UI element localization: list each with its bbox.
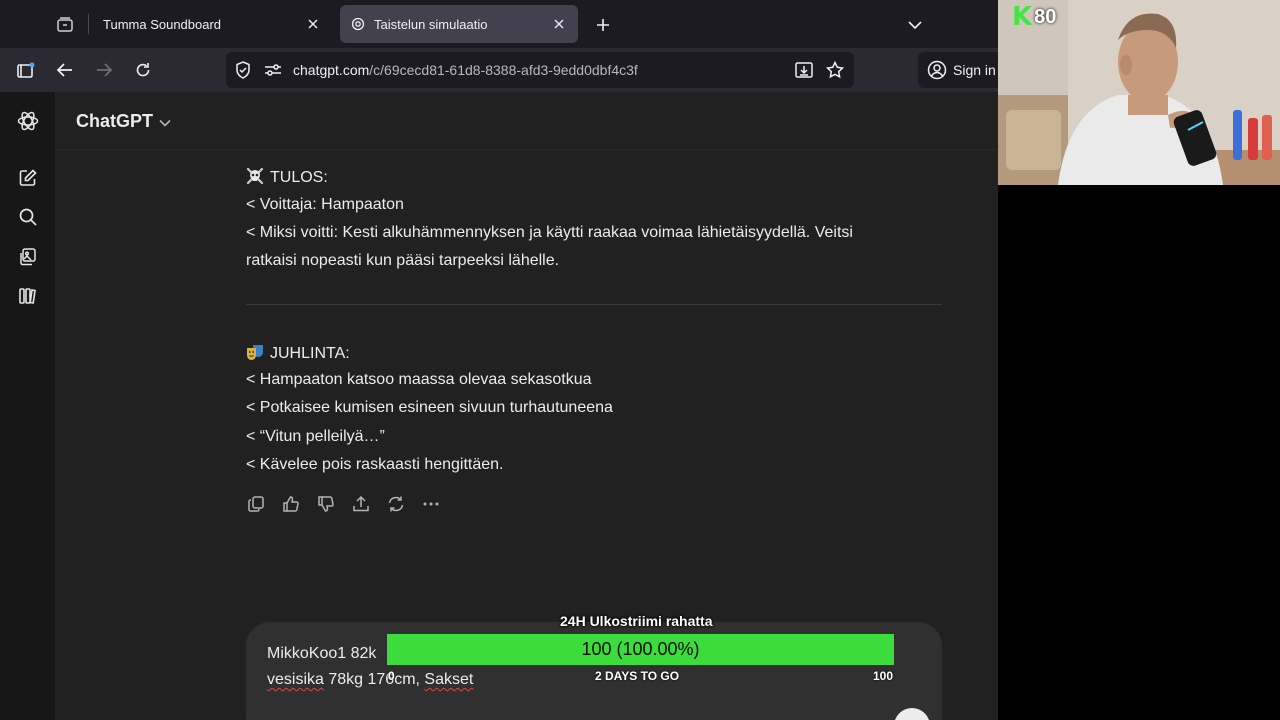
sign-in-label: Sign in — [953, 62, 996, 78]
site-permissions-icon[interactable] — [263, 60, 283, 80]
empty-area — [998, 185, 1131, 720]
empty-area-right — [1131, 185, 1280, 720]
donation-goal-value: 100 (100.00%) — [581, 639, 700, 659]
forward-arrow-icon[interactable] — [91, 57, 117, 83]
sidebar-toggle-icon[interactable] — [13, 57, 39, 83]
url-text: chatgpt.com/c/69cecd81-61d8-8388-afd3-9e… — [293, 62, 638, 78]
bookmark-star-icon[interactable] — [825, 60, 845, 80]
close-tab-icon[interactable] — [550, 15, 568, 33]
shield-icon[interactable] — [233, 60, 253, 80]
sign-in-button[interactable]: Sign in — [918, 52, 998, 88]
url-domain: chatgpt.com — [293, 62, 370, 78]
send-button[interactable] — [894, 708, 930, 720]
tab-tumma-soundboard[interactable]: Tumma Soundboard — [92, 5, 332, 43]
search-icon[interactable] — [16, 205, 40, 229]
reload-icon[interactable] — [130, 57, 156, 83]
browser-window: Tumma Soundboard Taistelun simulaatio ch… — [0, 0, 998, 720]
message-actions — [246, 492, 441, 516]
donation-goal-bar: 100 (100.00%) — [387, 634, 894, 665]
kick-logo: K — [1012, 2, 1033, 32]
thumbs-down-icon[interactable] — [316, 492, 336, 516]
viewer-count-badge: K 80 — [1012, 4, 1056, 30]
regenerate-icon[interactable] — [386, 492, 406, 516]
result-line: < Voittaja: Hampaaton — [246, 196, 404, 213]
celebration-heading: JUHLINTA: — [270, 345, 350, 362]
library-images-icon[interactable] — [16, 245, 40, 269]
openai-logo-icon[interactable] — [16, 109, 40, 133]
celebration-heading-line: JUHLINTA: — [246, 343, 350, 363]
result-line: ratkaisi nopeasti kun pääsi tarpeeksi lä… — [246, 252, 560, 269]
celebration-line: < Potkaisee kumisen esineen sivuun turha… — [246, 399, 613, 416]
horizontal-rule — [246, 304, 942, 305]
new-tab-icon[interactable] — [590, 12, 616, 38]
chevron-down-icon — [159, 119, 171, 127]
composer-line-2[interactable]: vesisika 78kg 176cm, Sakset — [267, 671, 473, 689]
composer-text-segment: 78kg 176cm, — [323, 671, 425, 688]
performing-arts-masks-icon — [247, 345, 263, 360]
new-chat-icon[interactable] — [16, 166, 40, 190]
library-icon[interactable] — [16, 284, 40, 308]
chatgpt-app: ChatGPT TULOS: < Voittaja: Hampaaton < M… — [0, 92, 998, 720]
list-all-tabs-chevron-icon[interactable] — [902, 12, 928, 38]
tab-taistelun-simulaatio[interactable]: Taistelun simulaatio — [340, 5, 578, 43]
url-path: /c/69cecd81-61d8-8388-afd3-9edd0dbf4c3f — [369, 62, 638, 78]
more-options-icon[interactable] — [421, 492, 441, 516]
celebration-line: < Hampaaton katsoo maassa olevaa sekasot… — [246, 371, 592, 388]
model-title: ChatGPT — [76, 111, 154, 131]
donation-goal-days-left: 2 DAYS TO GO — [595, 669, 680, 683]
skull-crossbones-icon — [246, 167, 264, 185]
share-icon[interactable] — [351, 492, 371, 516]
openai-favicon-icon — [350, 16, 366, 32]
result-line: < Miksi voitti: Kesti alkuhämmennyksen j… — [246, 224, 853, 241]
navigation-bar: chatgpt.com/c/69cecd81-61d8-8388-afd3-9e… — [0, 48, 998, 92]
header-divider — [56, 149, 998, 150]
back-arrow-icon[interactable] — [52, 57, 78, 83]
save-to-device-icon[interactable] — [794, 60, 814, 80]
composer-line-1[interactable]: MikkoKoo1 82k — [267, 645, 376, 663]
donation-goal-min: 0 — [388, 669, 395, 683]
donation-goal-max: 100 — [873, 669, 894, 683]
tab-title: Taistelun simulaatio — [374, 16, 488, 32]
celebration-line: < Kävelee pois raskaasti hengittäen. — [246, 456, 504, 473]
sidebar — [0, 92, 56, 720]
result-heading: TULOS: — [270, 169, 328, 186]
model-selector[interactable]: ChatGPT — [76, 111, 171, 132]
donation-goal-title: 24H Ulkostriimi rahatta — [560, 613, 713, 629]
url-bar[interactable]: chatgpt.com/c/69cecd81-61d8-8388-afd3-9e… — [226, 52, 854, 88]
misspelled-word: vesisika — [267, 671, 324, 688]
tab-separator — [88, 14, 89, 34]
misspelled-word: Sakset — [424, 671, 474, 688]
tab-title: Tumma Soundboard — [103, 16, 222, 32]
account-icon — [927, 60, 947, 80]
result-heading-line: TULOS: — [246, 167, 328, 187]
tab-manager-icon[interactable] — [52, 12, 78, 38]
copy-icon[interactable] — [246, 492, 266, 516]
viewer-count: 80 — [1034, 5, 1057, 28]
celebration-line: < “Vitun pelleilyä…” — [246, 428, 385, 445]
close-tab-icon[interactable] — [304, 15, 322, 33]
tab-bar: Tumma Soundboard Taistelun simulaatio — [0, 0, 998, 48]
thumbs-up-icon[interactable] — [281, 492, 301, 516]
